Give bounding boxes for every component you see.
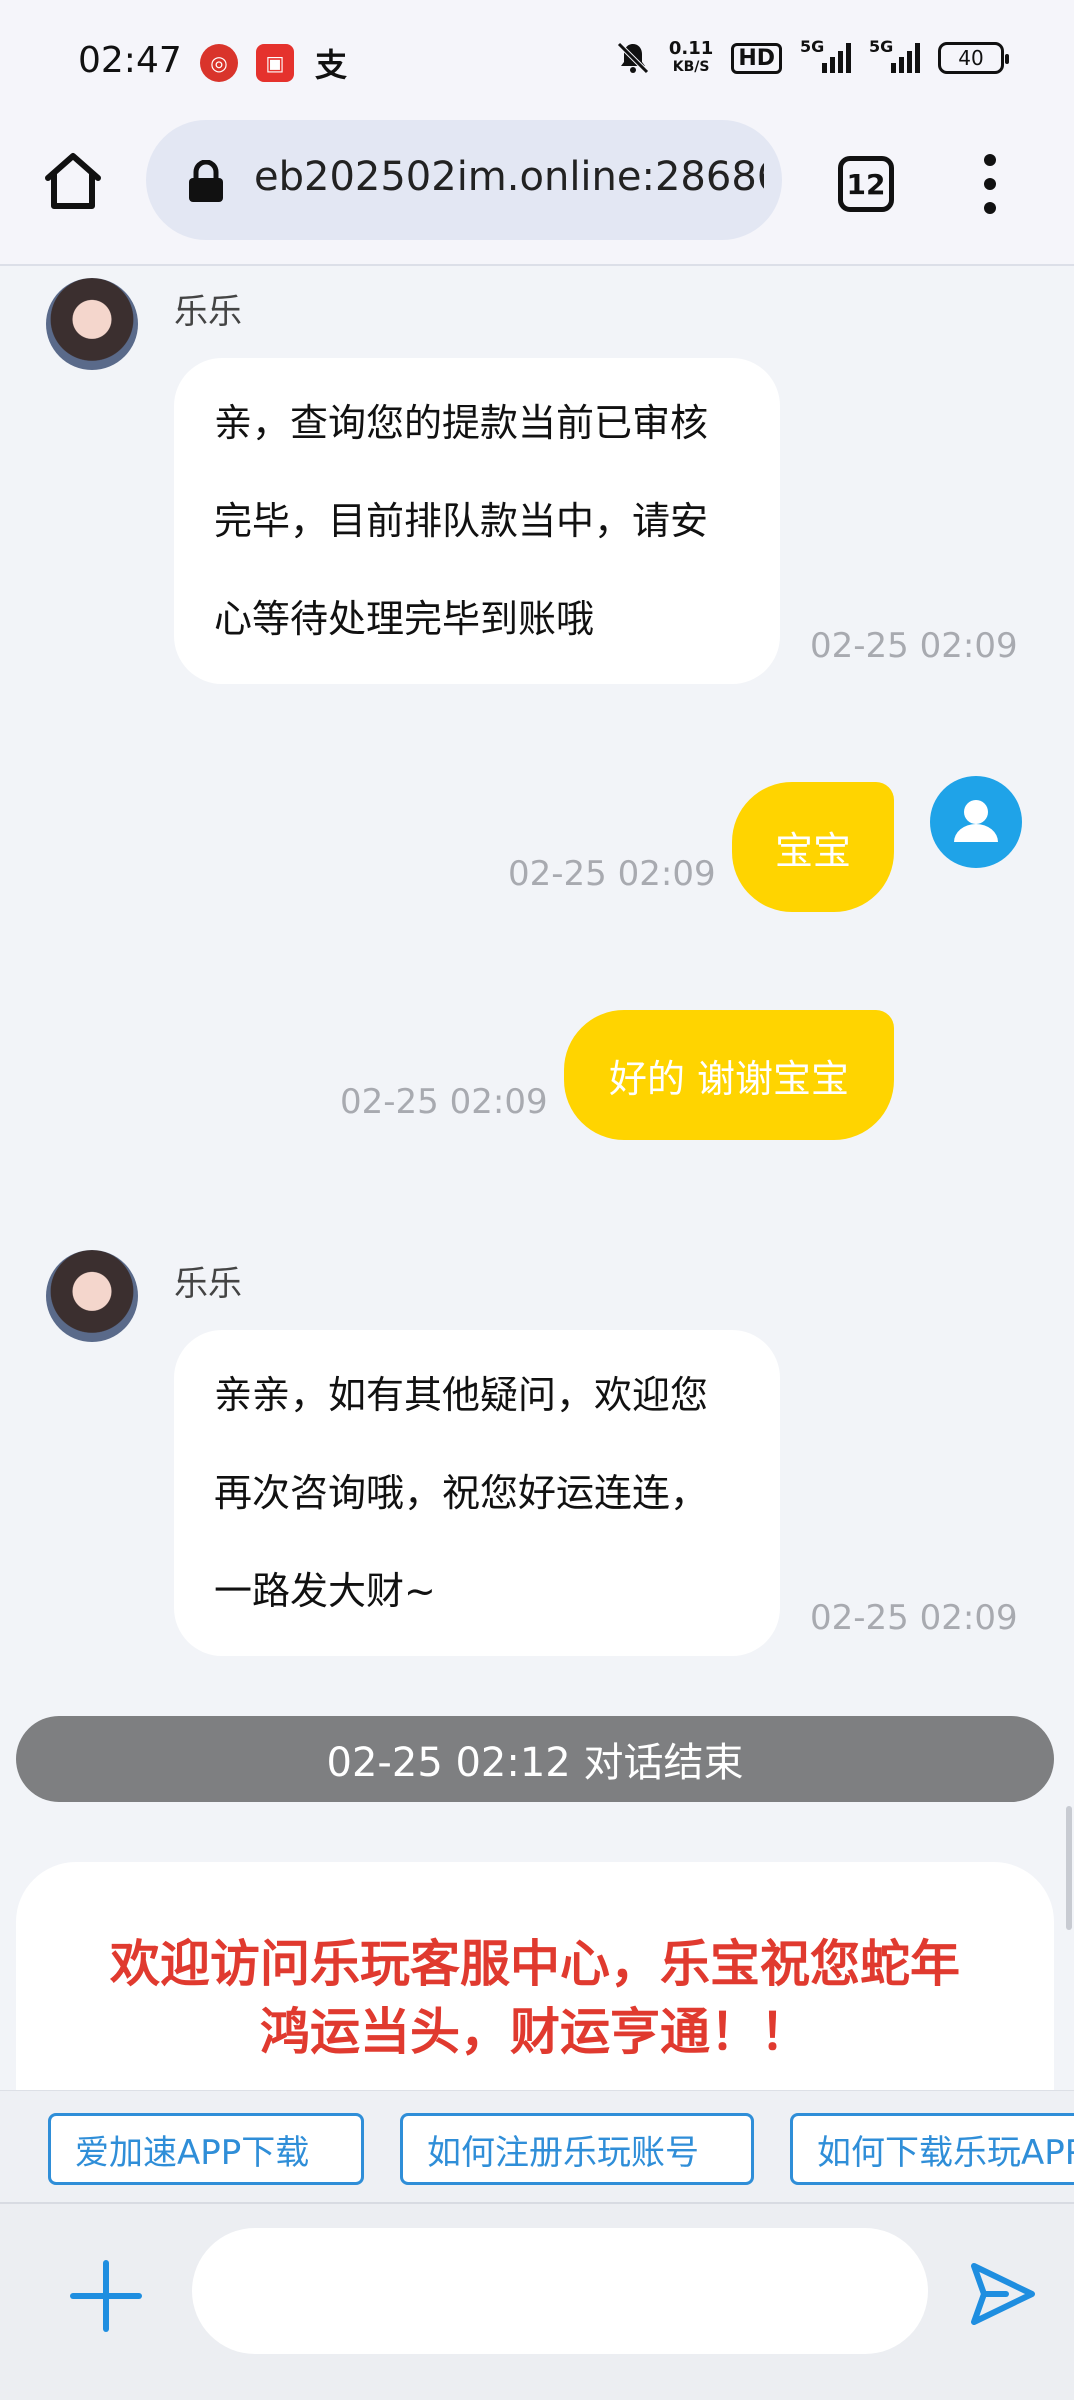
message-timestamp: 02-25 02:09 [810, 1598, 1018, 1638]
welcome-card: 欢迎访问乐玩客服中心，乐宝祝您蛇年 鸿运当头，财运亨通！！ [16, 1862, 1054, 2092]
quick-link-download-app[interactable]: 如何下载乐玩APP [790, 2113, 1074, 2185]
cloud-pay-icon: ▣ [256, 44, 294, 82]
signal-icon-2: 5G [869, 37, 920, 73]
user-message-bubble: 宝宝 [732, 782, 894, 912]
quick-reply-bar: 爱加速APP下载 如何注册乐玩账号 如何下载乐玩APP [0, 2090, 1074, 2202]
user-avatar [930, 776, 1022, 868]
battery-icon: 40 [938, 42, 1009, 74]
message-line: 完毕，目前排队款当中，请安 [214, 499, 709, 543]
status-bar: 02:47 ◎ ▣ 支 0.11 KB/S HD 5G 5G 40 [0, 0, 1074, 120]
network-speed-value: 0.11 [668, 38, 714, 59]
status-indicators: 0.11 KB/S HD 5G 5G 40 [615, 37, 1009, 76]
send-icon[interactable] [966, 2258, 1038, 2330]
more-menu-icon[interactable] [976, 154, 1004, 214]
quick-link-app-download[interactable]: 爱加速APP下载 [48, 2113, 364, 2185]
message-line: 亲亲，如有其他疑问，欢迎您 [214, 1373, 709, 1417]
sender-name: 乐乐 [174, 1264, 242, 1304]
welcome-line-2: 鸿运当头，财运亨通！！ [260, 2003, 810, 2061]
quick-link-register[interactable]: 如何注册乐玩账号 [400, 2113, 754, 2185]
hd-voice-icon: HD [731, 42, 782, 74]
message-input[interactable] [192, 2228, 928, 2354]
message-line: 亲，查询您的提款当前已审核 [214, 401, 709, 445]
notification-icons: ◎ ▣ 支 [200, 44, 350, 84]
network-speed: 0.11 KB/S [669, 40, 713, 76]
sender-name: 乐乐 [174, 292, 242, 332]
message-line: 再次咨询哦，祝您好运连连， [214, 1471, 709, 1515]
message-timestamp: 02-25 02:09 [508, 854, 716, 894]
alipay-icon: 支 [314, 46, 347, 84]
bank-app-icon: ◎ [200, 44, 238, 82]
status-time: 02:47 [78, 40, 182, 81]
signal-2-label: 5G [869, 37, 894, 56]
tab-switcher-button[interactable]: 12 [838, 156, 894, 212]
person-icon [954, 800, 998, 842]
agent-avatar [46, 278, 138, 370]
user-message-bubble: 好的 谢谢宝宝 [564, 1010, 894, 1140]
welcome-message: 欢迎访问乐玩客服中心，乐宝祝您蛇年 鸿运当头，财运亨通！！ [16, 1930, 1054, 2066]
lock-icon [189, 160, 223, 202]
agent-message-bubble: 亲亲，如有其他疑问，欢迎您 再次咨询哦，祝您好运连连， 一路发大财~ [174, 1330, 780, 1656]
address-bar[interactable]: eb202502im.online:28686 [146, 120, 782, 240]
message-line: 心等待处理完毕到账哦 [214, 597, 595, 641]
agent-avatar [46, 1250, 138, 1342]
message-line: 一路发大财~ [214, 1569, 436, 1613]
signal-icon-1: 5G [800, 37, 851, 73]
composer-bar [0, 2202, 1074, 2400]
home-icon[interactable] [40, 148, 106, 214]
message-timestamp: 02-25 02:09 [810, 626, 1018, 666]
scrollbar[interactable] [1066, 1806, 1072, 1930]
add-attachment-icon[interactable] [70, 2260, 142, 2332]
signal-1-label: 5G [800, 37, 825, 56]
message-timestamp: 02-25 02:09 [340, 1082, 548, 1122]
browser-toolbar: eb202502im.online:28686 12 [0, 120, 1074, 266]
agent-message-bubble: 亲，查询您的提款当前已审核 完毕，目前排队款当中，请安 心等待处理完毕到账哦 [174, 358, 780, 684]
mute-bell-icon [617, 42, 649, 74]
network-speed-unit: KB/S [672, 59, 710, 75]
url-text[interactable]: eb202502im.online:28686 [254, 154, 764, 200]
welcome-line-1: 欢迎访问乐玩客服中心，乐宝祝您蛇年 [110, 1935, 960, 1993]
conversation-ended-notice: 02-25 02:12 对话结束 [16, 1716, 1054, 1802]
